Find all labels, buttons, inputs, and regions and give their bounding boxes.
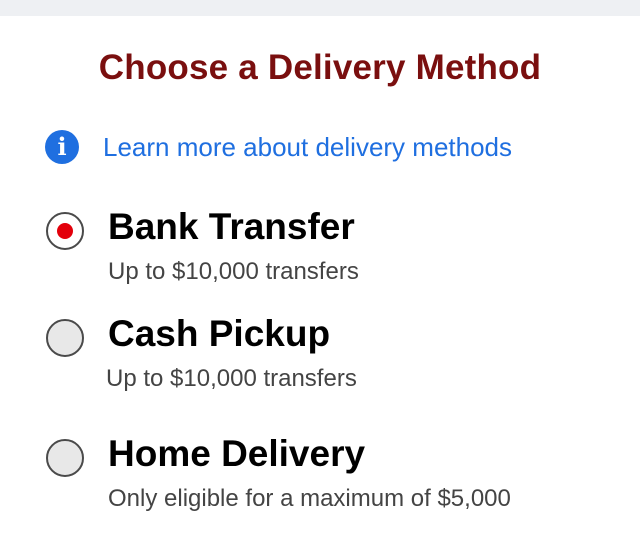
- page-title: Choose a Delivery Method: [98, 48, 542, 87]
- info-icon: i: [45, 130, 79, 164]
- learn-more-row[interactable]: i Learn more about delivery methods: [45, 130, 512, 164]
- radio-home-delivery[interactable]: [46, 439, 84, 477]
- option-description-bank-transfer: Up to $10,000 transfers: [108, 258, 359, 285]
- learn-more-link[interactable]: Learn more about delivery methods: [103, 132, 512, 163]
- radio-bank-transfer[interactable]: [46, 212, 84, 250]
- radio-cash-pickup[interactable]: [46, 319, 84, 357]
- option-label-home-delivery[interactable]: Home Delivery: [108, 433, 365, 475]
- option-label-cash-pickup[interactable]: Cash Pickup: [108, 313, 330, 355]
- option-description-cash-pickup: Up to $10,000 transfers: [106, 365, 357, 392]
- option-label-bank-transfer[interactable]: Bank Transfer: [108, 206, 355, 248]
- option-description-home-delivery: Only eligible for a maximum of $5,000: [108, 485, 511, 512]
- top-strip: [0, 0, 640, 16]
- radio-selected-dot: [57, 223, 73, 239]
